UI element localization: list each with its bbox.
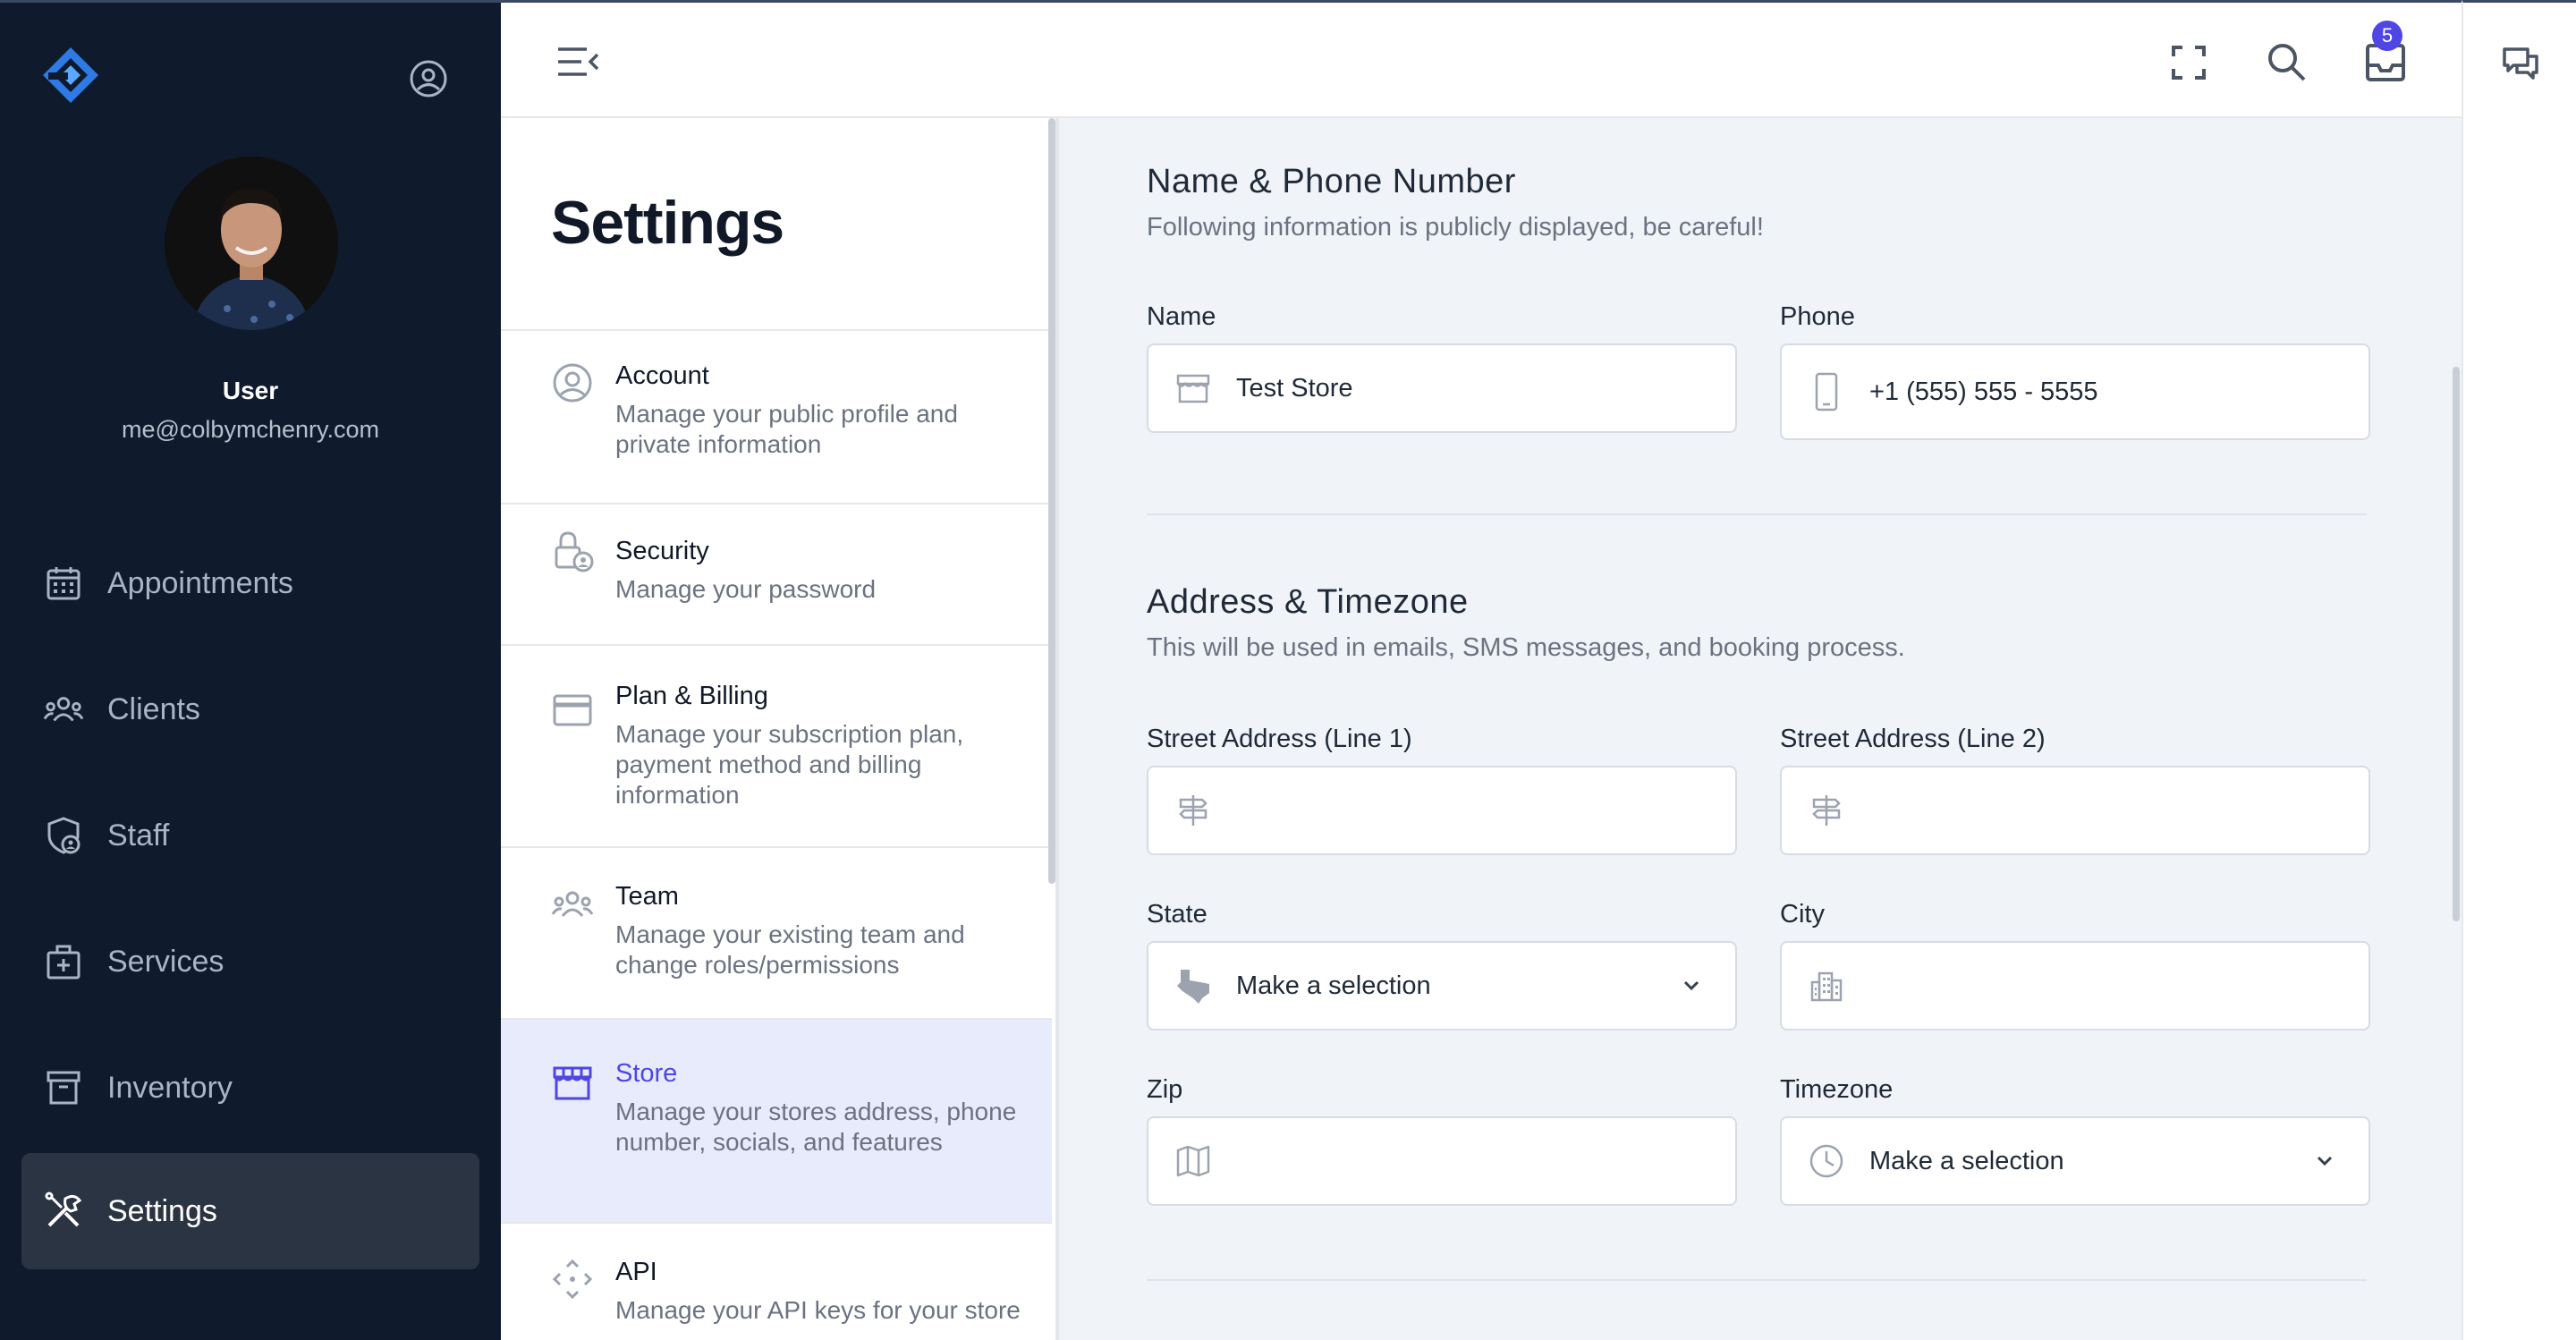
chevron-down-icon [1683,980,1699,991]
nav-item-appointments[interactable]: Appointments [21,525,479,641]
street1-input[interactable] [1147,766,1737,855]
archive-icon [43,1067,84,1108]
settings-item-description: Manage your stores address, phone number… [615,1098,1017,1156]
timezone-value: Make a selection [1869,1146,2064,1175]
timezone-label: Timezone [1780,1075,1894,1104]
settings-menu-scrollbar[interactable] [1048,118,1055,884]
settings-menu: Settings Account Manage your public prof… [501,118,1052,1340]
user-name: User [222,377,279,404]
settings-item-description: Manage your public profile and private i… [615,400,958,458]
collapse-menu-icon[interactable] [556,44,599,80]
settings-item-description: Manage your subscription plan, payment m… [615,720,964,809]
settings-item-description: Manage your existing team and change rol… [615,920,965,979]
street1-label: Street Address (Line 1) [1147,725,1412,753]
avatar[interactable] [165,157,338,330]
settings-item-description: Manage your API keys for your store [615,1296,1021,1324]
phone-label: Phone [1780,302,1855,331]
section-subtitle: This will be used in emails, SMS message… [1147,633,1905,662]
timezone-select[interactable]: Make a selection [1780,1116,2370,1206]
nav-item-settings[interactable]: Settings [21,1153,479,1269]
settings-item-title: API [615,1258,657,1286]
main-sidebar: User me@colbymchenry.com Appointments Cl… [0,0,501,1340]
state-value: Make a selection [1236,971,1431,1000]
store-settings-form: Name & Phone Number Following informatio… [1059,118,2462,1340]
map-icon [1174,1141,1213,1181]
lock-user-icon [555,531,594,572]
top-bar: 5 [501,0,2462,118]
phone-field[interactable]: +1 (555) 555 - 5555 [1780,343,2370,440]
store-name-value: Test Store [1236,373,1353,403]
city-buildings-icon [1807,966,1846,1005]
nav-label: Services [107,944,225,979]
section-subtitle: Following information is publicly displa… [1147,213,1764,242]
texas-state-icon [1174,966,1213,1005]
chat-icon[interactable] [2499,42,2542,85]
users-icon [43,689,84,730]
tools-icon [43,1191,84,1232]
city-input[interactable] [1780,941,2370,1030]
settings-item-description: Manage your password [615,575,877,603]
city-label: City [1780,900,1825,929]
name-label: Name [1147,302,1216,331]
settings-item-title: Account [615,361,709,390]
street2-input[interactable] [1780,766,2370,855]
settings-item-title: Security [615,537,709,565]
chevron-down-icon [2317,1156,2333,1166]
main-scrollbar[interactable] [2453,367,2460,921]
team-icon [551,891,594,917]
store-icon [1174,369,1213,408]
settings-item-title: Plan & Billing [615,682,768,710]
nav-label: Inventory [107,1070,233,1105]
street2-label: Street Address (Line 2) [1780,725,2046,753]
phone-icon [1807,372,1846,411]
settings-item-plan-billing[interactable]: Plan & Billing Manage your subscription … [501,644,1052,846]
search-icon[interactable] [2265,40,2309,85]
section-title-address-timezone: Address & Timezone [1147,583,1469,621]
section-divider [1147,1279,2367,1281]
nav-item-staff[interactable]: Staff [21,777,479,894]
profile-icon[interactable] [408,58,449,99]
app-logo-icon[interactable] [41,46,100,105]
store-icon [553,1066,592,1100]
signpost-icon [1807,791,1846,830]
settings-item-title: Store [615,1059,678,1088]
settings-item-title: Team [615,882,679,911]
nav-label: Staff [107,818,170,852]
user-email: me@colbymchenry.com [122,416,379,443]
user-circle-icon [553,363,592,403]
zip-label: Zip [1147,1075,1183,1104]
zip-input[interactable] [1147,1116,1737,1206]
credit-card-icon [553,694,592,726]
shield-user-icon [43,815,84,856]
settings-item-security[interactable]: Security Manage your password [501,503,1052,644]
signpost-icon [1174,791,1213,830]
settings-item-store[interactable]: Store Manage your stores address, phone … [501,1018,1052,1222]
calendar-icon [43,563,84,604]
section-title-name-phone: Name & Phone Number [1147,163,1516,200]
api-icon [552,1259,593,1300]
settings-item-team[interactable]: Team Manage your existing team and chang… [501,846,1052,1018]
section-divider [1147,513,2367,515]
briefcase-plus-icon [43,941,84,982]
state-label: State [1147,900,1208,929]
phone-value: +1 (555) 555 - 5555 [1869,377,2098,406]
nav-label: Clients [107,691,200,726]
settings-item-api[interactable]: API Manage your API keys for your store [501,1222,1052,1340]
nav-label: Appointments [107,565,293,600]
nav-item-services[interactable]: Services [21,903,479,1020]
page-title: Settings [551,189,784,257]
nav-item-clients[interactable]: Clients [21,651,479,768]
right-rail [2462,0,2576,1340]
notification-badge: 5 [2372,21,2402,51]
settings-item-account[interactable]: Account Manage your public profile and p… [501,329,1052,503]
clock-icon [1807,1141,1846,1181]
store-name-field[interactable]: Test Store [1147,343,1737,433]
nav-item-inventory[interactable]: Inventory [21,1030,479,1146]
avatar-photo [165,157,338,330]
nav-label: Settings [107,1193,217,1228]
fullscreen-icon[interactable] [2166,40,2211,85]
state-select[interactable]: Make a selection [1147,941,1737,1030]
